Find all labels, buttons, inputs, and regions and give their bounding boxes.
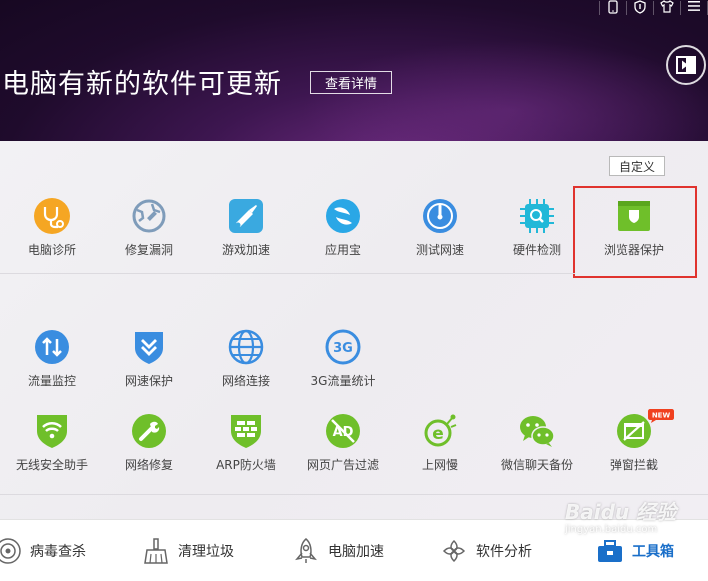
phone-icon[interactable] xyxy=(600,0,626,16)
tool-ad-filter[interactable]: AD 网页广告过滤 xyxy=(303,412,383,473)
menu-icon[interactable] xyxy=(681,0,707,16)
tool-fix-vulnerabilities[interactable]: 修复漏洞 xyxy=(109,197,189,258)
nav-label: 清理垃圾 xyxy=(178,544,234,560)
section-divider xyxy=(0,494,708,495)
tool-label: 网络修复 xyxy=(124,458,173,472)
tool-popup-block[interactable]: 弹窗拦截 NEW xyxy=(594,409,674,473)
tool-3g-stats[interactable]: 3G 3G流量统计 xyxy=(303,328,383,389)
highlight-box xyxy=(573,186,697,278)
header-banner: 电脑有新的软件可更新 查看详情 xyxy=(0,0,708,180)
nav-software-analysis[interactable]: 软件分析 xyxy=(440,520,532,581)
tool-label: 微信聊天备份 xyxy=(500,458,573,472)
tool-traffic-monitor[interactable]: 流量监控 xyxy=(12,328,92,389)
bottom-nav: 病毒查杀 清理垃圾 电脑加速 软件分析 工具箱 xyxy=(0,519,708,581)
tool-label: 弹窗拦截 xyxy=(609,458,658,472)
wifi-shield-icon xyxy=(37,415,67,448)
wrench-icon xyxy=(132,414,166,448)
nav-label: 工具箱 xyxy=(632,544,674,560)
nav-toolbox[interactable]: 工具箱 xyxy=(596,520,674,581)
tool-network-connection[interactable]: 网络连接 xyxy=(206,328,286,389)
rocket-icon xyxy=(295,538,317,563)
tool-pc-clinic[interactable]: 电脑诊所 xyxy=(12,197,92,258)
new-badge: NEW xyxy=(648,409,674,423)
tool-label: 应用宝 xyxy=(324,243,361,257)
nav-label: 软件分析 xyxy=(476,544,532,560)
nav-label: 电脑加速 xyxy=(328,544,384,560)
stethoscope-icon xyxy=(34,198,70,234)
nav-virus-scan[interactable]: 病毒查杀 xyxy=(0,520,86,581)
tool-slow-internet[interactable]: e 上网慢 xyxy=(400,412,480,473)
shirt-icon[interactable] xyxy=(654,0,680,16)
chip-icon xyxy=(520,199,554,233)
tool-app-store[interactable]: 应用宝 xyxy=(303,197,383,258)
tool-label: 网络连接 xyxy=(221,374,270,388)
tool-label: 无线安全助手 xyxy=(15,458,88,472)
nav-clean-junk[interactable]: 清理垃圾 xyxy=(142,520,234,581)
tool-label: 硬件检测 xyxy=(512,243,561,257)
update-headline: 电脑有新的软件可更新 xyxy=(2,69,282,100)
tool-label: 网速保护 xyxy=(124,374,173,388)
tool-speed-protection[interactable]: 网速保护 xyxy=(109,328,189,389)
virus-scan-icon xyxy=(0,538,21,564)
svg-text:e: e xyxy=(432,424,444,444)
tool-label: 3G流量统计 xyxy=(310,374,376,388)
tool-wechat-backup[interactable]: 微信聊天备份 xyxy=(497,412,577,473)
tool-label: 电脑诊所 xyxy=(27,243,76,257)
tool-label: 网页广告过滤 xyxy=(306,458,379,472)
tool-game-boost[interactable]: 游戏加速 xyxy=(206,197,286,258)
view-details-button[interactable]: 查看详情 xyxy=(310,71,392,94)
slow-internet-icon: e xyxy=(424,414,457,447)
nav-pc-speedup[interactable]: 电脑加速 xyxy=(292,520,384,581)
firewall-icon xyxy=(231,415,261,448)
tool-label: 修复漏洞 xyxy=(124,243,173,257)
tool-label: 流量监控 xyxy=(27,374,76,388)
tool-label: 游戏加速 xyxy=(221,243,270,257)
tool-label: 测试网速 xyxy=(415,243,464,257)
exit-toolbox-button[interactable] xyxy=(666,45,706,85)
broom-icon xyxy=(144,538,168,564)
tool-network-repair[interactable]: 网络修复 xyxy=(109,412,189,473)
3g-icon: 3G xyxy=(325,329,361,365)
app-store-icon xyxy=(326,199,360,233)
tool-speed-test[interactable]: 测试网速 xyxy=(400,197,480,258)
toolbox-icon xyxy=(598,540,622,562)
nav-label: 病毒查杀 xyxy=(30,544,86,560)
row-divider xyxy=(0,273,575,274)
game-boost-icon xyxy=(229,199,263,233)
speed-test-icon xyxy=(423,199,457,233)
customize-button[interactable]: 自定义 xyxy=(609,156,665,176)
network-globe-icon xyxy=(228,329,264,365)
tool-label: ARP防火墙 xyxy=(216,458,276,472)
repair-globe-icon xyxy=(132,199,166,233)
speed-shield-icon xyxy=(135,332,163,364)
software-icon xyxy=(442,539,466,563)
tool-wifi-security[interactable]: 无线安全助手 xyxy=(12,412,92,473)
traffic-monitor-icon xyxy=(35,330,69,364)
svg-text:3G: 3G xyxy=(333,341,353,356)
exit-icon xyxy=(676,56,696,74)
tool-label: 上网慢 xyxy=(421,458,458,472)
tool-hardware-check[interactable]: 硬件检测 xyxy=(497,197,577,258)
ad-filter-icon: AD xyxy=(326,414,360,448)
wechat-icon xyxy=(520,416,555,447)
tool-arp-firewall[interactable]: ARP防火墙 xyxy=(206,412,286,473)
title-bar-icons xyxy=(599,0,708,16)
shield-icon[interactable] xyxy=(627,0,653,16)
new-badge-text: NEW xyxy=(652,412,671,420)
